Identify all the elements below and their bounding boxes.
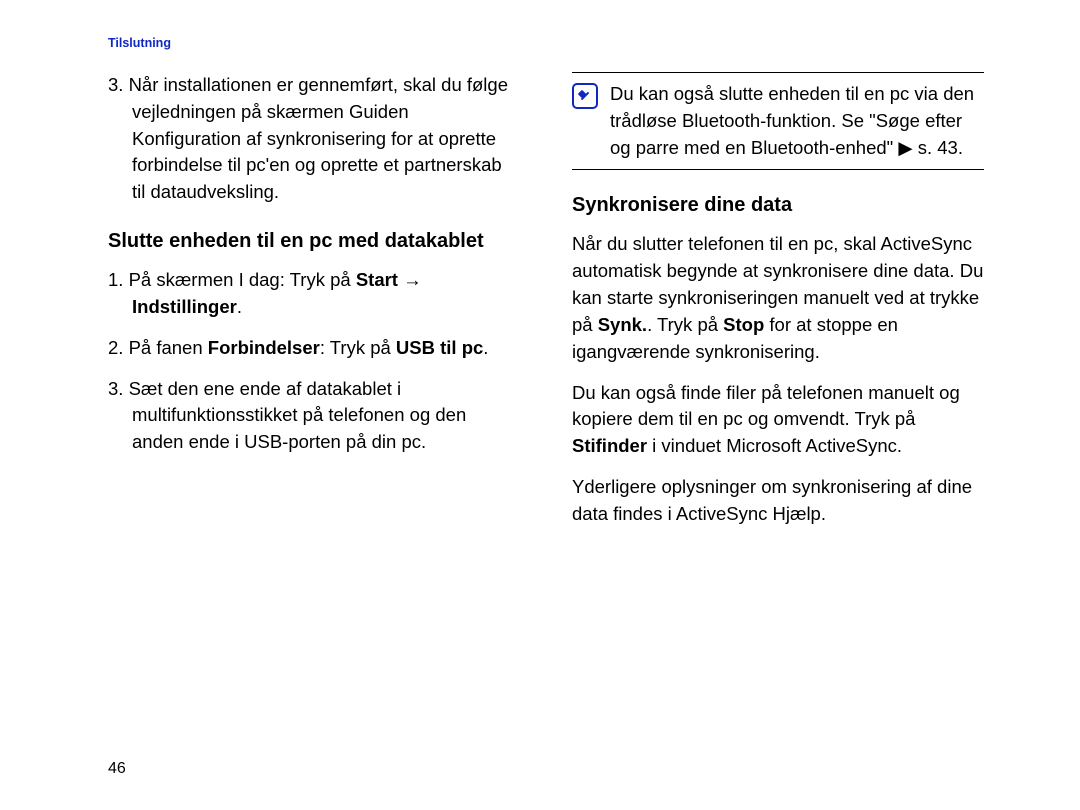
page-number: 46 xyxy=(108,760,126,778)
step-1: 1. På skærmen I dag: Tryk på Start → Ind… xyxy=(108,267,520,321)
note-icon xyxy=(572,83,598,109)
step-3: 3. Sæt den ene ende af datakablet i mult… xyxy=(108,376,520,456)
step-2: 2. På fanen Forbindelser: Tryk på USB ti… xyxy=(108,335,520,362)
steps-list: 1. På skærmen I dag: Tryk på Start → Ind… xyxy=(108,267,520,456)
continued-step-3: 3. Når installationen er gennemført, ska… xyxy=(108,72,520,206)
note-box: Du kan også slutte enheden til en pc via… xyxy=(572,72,984,170)
heading-connect-cable: Slutte enheden til en pc med datakablet xyxy=(108,228,520,255)
sync-para-3: Yderligere oplysninger om synkronisering… xyxy=(572,474,984,528)
body-columns: 3. Når installationen er gennemført, ska… xyxy=(108,72,984,528)
page: Tilslutning 3. Når installationen er gen… xyxy=(0,0,1080,810)
sync-para-1: Når du slutter telefonen til en pc, skal… xyxy=(572,231,984,365)
right-column: Du kan også slutte enheden til en pc via… xyxy=(572,72,984,528)
note-text: Du kan også slutte enheden til en pc via… xyxy=(610,81,984,161)
left-column: 3. Når installationen er gennemført, ska… xyxy=(108,72,520,456)
running-header: Tilslutning xyxy=(108,36,984,50)
sync-para-2: Du kan også finde filer på telefonen man… xyxy=(572,380,984,460)
heading-sync-data: Synkronisere dine data xyxy=(572,192,984,219)
